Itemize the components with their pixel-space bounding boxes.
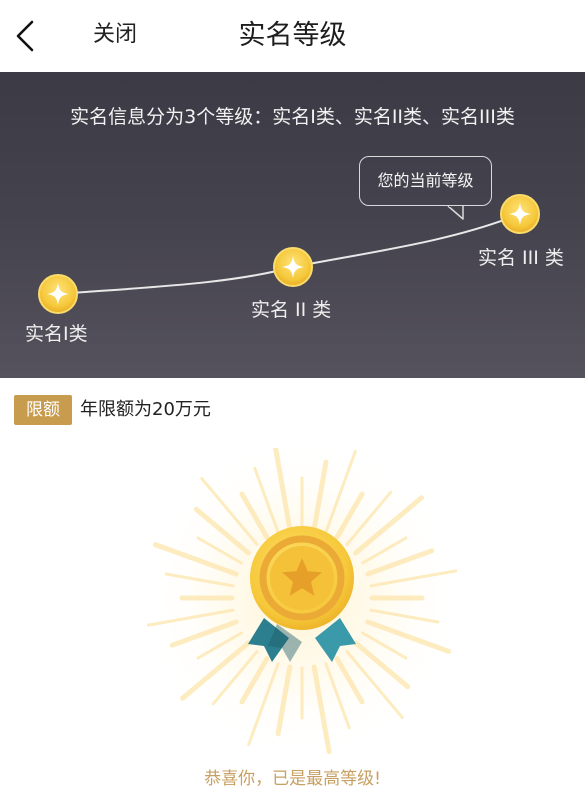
current-level-tooltip: 您的当前等级 (359, 156, 492, 206)
level-label-2: 实名 II 类 (251, 299, 332, 321)
level-label-3: 实名 III 类 (478, 247, 564, 269)
chevron-left-icon (16, 20, 34, 52)
back-button[interactable] (12, 18, 42, 54)
level-label-1: 实名I类 (25, 323, 88, 345)
congrats-message: 恭喜你，已是最高等级! (204, 769, 381, 789)
star-coin-icon (273, 247, 313, 287)
close-button[interactable]: 关闭 (93, 20, 137, 50)
star-coin-icon (500, 194, 540, 234)
limit-badge: 限额 (14, 395, 72, 425)
medal-icon (142, 438, 462, 758)
star-coin-icon (38, 274, 78, 314)
levels-panel: 实名信息分为3个等级：实名I类、实名II类、实名III类 您的当前等级 实名I类… (0, 72, 585, 378)
page-title: 实名等级 (238, 20, 347, 51)
tooltip-tail (447, 205, 464, 220)
limit-text: 年限额为20万元 (80, 399, 211, 420)
medal-graphic (112, 438, 492, 768)
level-progress-graphic (38, 194, 540, 314)
top-bar: 关闭 实名等级 (0, 0, 585, 72)
